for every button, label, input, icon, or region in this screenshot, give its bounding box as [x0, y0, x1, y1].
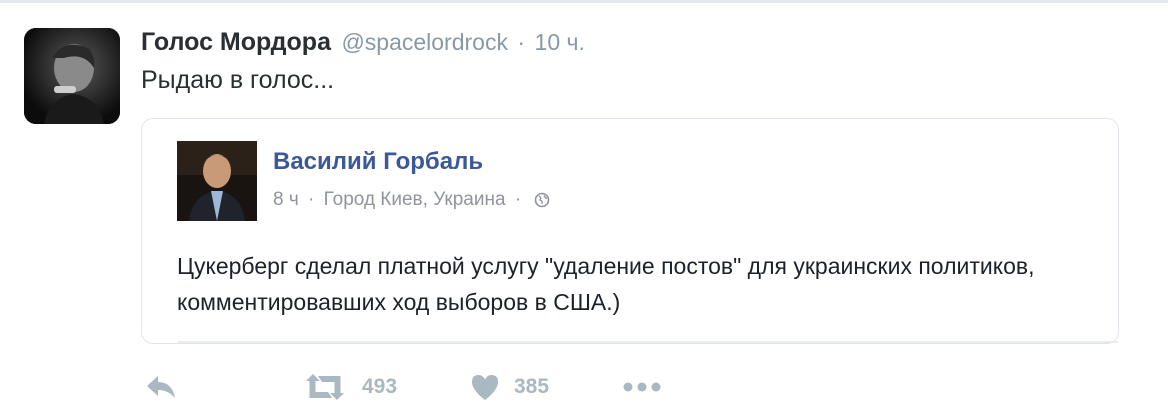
author-avatar[interactable]	[24, 28, 120, 124]
author-name[interactable]: Голос Мордора	[141, 28, 331, 56]
reply-icon	[147, 376, 175, 398]
tweet-text: Рыдаю в голос...	[141, 66, 335, 94]
tweet-time[interactable]: 10 ч.	[535, 29, 585, 55]
top-divider	[0, 0, 1168, 3]
quoted-post-text: Цукерберг сделал платной услугу "удалени…	[177, 253, 1035, 315]
quoted-author-avatar-image	[177, 141, 257, 221]
meta-separator: ·	[308, 189, 315, 210]
retweet-count: 493	[362, 375, 398, 398]
quoted-author-avatar[interactable]	[177, 141, 257, 221]
heart-icon	[472, 375, 498, 400]
more-icon	[623, 382, 661, 392]
tweet-header: Голос Мордора @spacelordrock · 10 ч.	[141, 27, 585, 57]
more-options-button[interactable]	[622, 362, 662, 412]
quoted-post-card[interactable]: Василий Горбаль 8 ч · Город Киев, Украин…	[141, 118, 1119, 344]
reply-button[interactable]	[144, 362, 178, 412]
meta-separator-2: ·	[514, 189, 522, 210]
retweet-icon	[306, 374, 344, 400]
tweet-actions: 493 385	[0, 362, 1168, 412]
quoted-card-bottom-divider	[178, 341, 1118, 343]
like-button[interactable]: 385	[470, 362, 549, 412]
header-separator: ·	[517, 29, 526, 55]
retweet-button[interactable]: 493	[302, 362, 397, 412]
quoted-post-meta: 8 ч · Город Киев, Украина ·	[273, 187, 550, 216]
author-handle[interactable]: @spacelordrock	[341, 29, 508, 55]
like-count: 385	[514, 375, 550, 398]
globe-icon	[534, 190, 550, 216]
quoted-author-name[interactable]: Василий Горбаль	[273, 147, 483, 177]
quoted-post-location[interactable]: Город Киев, Украина	[324, 189, 506, 210]
quoted-post-time[interactable]: 8 ч	[273, 189, 299, 210]
author-avatar-image	[24, 28, 120, 124]
